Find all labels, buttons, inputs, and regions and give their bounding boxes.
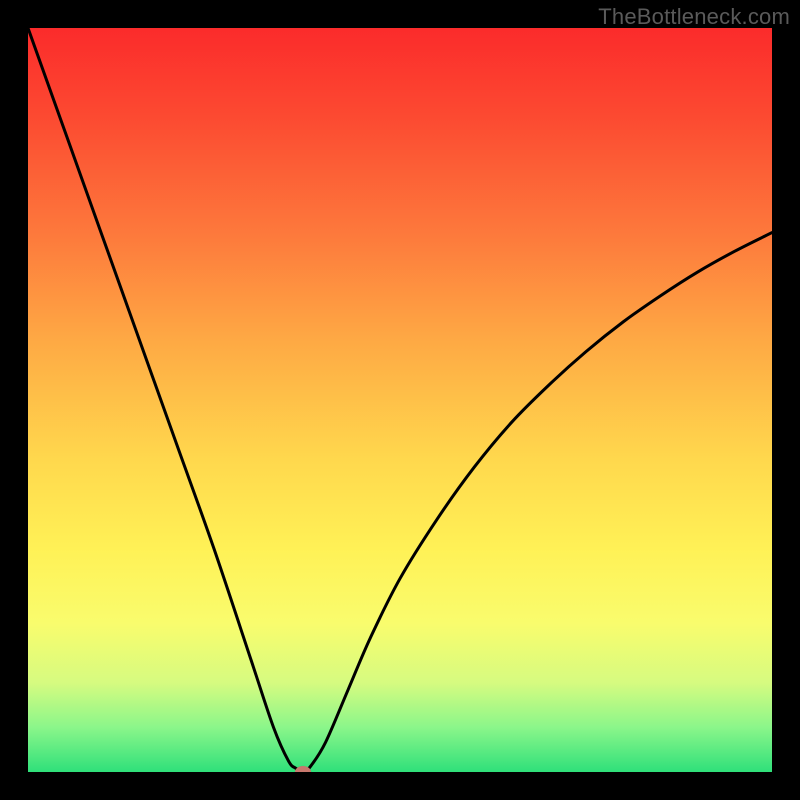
plot-area xyxy=(28,28,772,772)
watermark-text: TheBottleneck.com xyxy=(598,4,790,30)
bottleneck-curve xyxy=(28,28,772,772)
optimal-point-marker xyxy=(295,766,311,772)
chart-frame: TheBottleneck.com xyxy=(0,0,800,800)
